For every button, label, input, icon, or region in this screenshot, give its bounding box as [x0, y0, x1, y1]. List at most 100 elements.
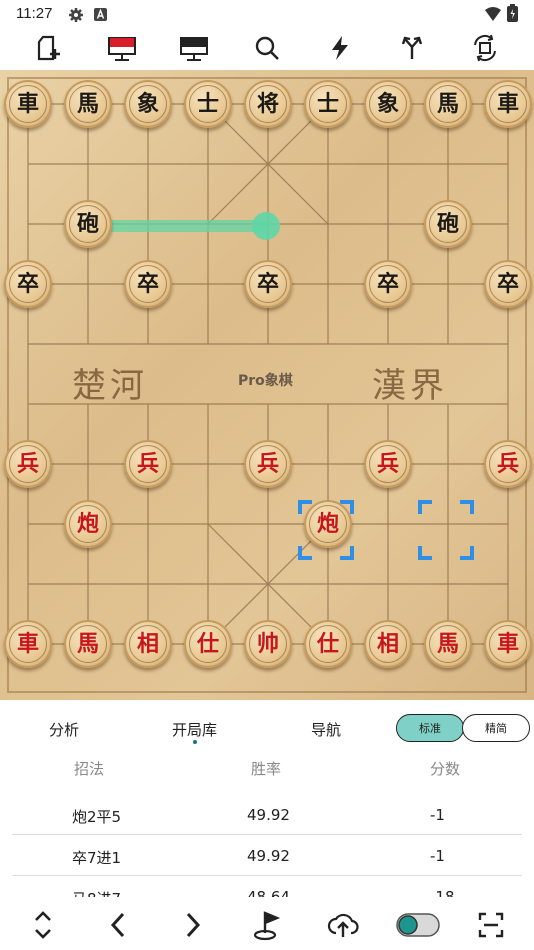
black-soldier-4[interactable]: 卒: [364, 260, 412, 308]
row-score: -1: [430, 806, 445, 824]
piece-label: 馬: [436, 631, 459, 657]
move-target-marker[interactable]: [418, 500, 474, 560]
piece-label: 象: [136, 91, 159, 117]
flag-icon: [253, 911, 281, 941]
black-horse-right[interactable]: 馬: [424, 80, 472, 128]
piece-label: 卒: [16, 271, 39, 297]
last-move-target-dot: [252, 212, 280, 240]
concise-mode-button[interactable]: 精简: [462, 714, 530, 742]
status-time: 11:27: [16, 5, 53, 22]
black-chariot-right[interactable]: 車: [484, 80, 532, 128]
black-soldier-5[interactable]: 卒: [484, 260, 532, 308]
rotate-board-icon: [474, 34, 496, 62]
row-score: -1: [430, 847, 445, 865]
red-advisor-left[interactable]: 仕: [184, 620, 232, 668]
piece-label: 車: [16, 631, 39, 657]
piece-label: 砲: [436, 211, 459, 237]
tab-navigation[interactable]: 导航: [311, 719, 341, 740]
quick-analysis-button[interactable]: [318, 28, 362, 68]
flip-board-button[interactable]: [463, 28, 507, 68]
black-advisor-right[interactable]: 士: [304, 80, 352, 128]
black-advisor-left[interactable]: 士: [184, 80, 232, 128]
piece-label: 仕: [196, 631, 219, 657]
piece-label: 帅: [256, 631, 279, 657]
piece-label: 士: [316, 91, 339, 117]
black-horse-left[interactable]: 馬: [64, 80, 112, 128]
table-row[interactable]: 炮2平5 49.92 -1: [12, 794, 522, 835]
tab-analysis[interactable]: 分析: [49, 719, 79, 740]
black-soldier-2[interactable]: 卒: [124, 260, 172, 308]
piece-label: 炮: [316, 511, 339, 537]
xiangqi-board[interactable]: 楚河 漢界 Pro象棋 車 馬 象 士 将 士 象 馬 車 砲 砲 卒 卒 卒 …: [0, 70, 534, 700]
settings-icon: [69, 8, 83, 22]
piece-label: 卒: [136, 271, 159, 297]
flag-button[interactable]: [248, 907, 288, 943]
piece-label: 車: [496, 631, 519, 657]
red-monitor-icon: [108, 37, 136, 61]
black-soldier-1[interactable]: 卒: [4, 260, 52, 308]
piece-label: 兵: [376, 451, 399, 477]
previous-move-button[interactable]: [98, 907, 138, 943]
last-move-line: [88, 220, 270, 232]
black-elephant-left[interactable]: 象: [124, 80, 172, 128]
piece-label: 卒: [376, 271, 399, 297]
red-soldier-4[interactable]: 兵: [364, 440, 412, 488]
piece-label: 兵: [256, 451, 279, 477]
next-move-button[interactable]: [173, 907, 213, 943]
column-header-win-rate: 胜率: [251, 760, 282, 778]
red-horse-left[interactable]: 馬: [64, 620, 112, 668]
panel-tabs: 分析 开局库 导航 标准 精简: [0, 705, 534, 749]
red-side-button[interactable]: [100, 28, 144, 68]
red-horse-right[interactable]: 馬: [424, 620, 472, 668]
piece-label: 象: [376, 91, 399, 117]
piece-label: 兵: [496, 451, 519, 477]
lightning-icon: [332, 36, 348, 60]
search-button[interactable]: [245, 28, 289, 68]
red-soldier-5[interactable]: 兵: [484, 440, 532, 488]
red-chariot-left[interactable]: 車: [4, 620, 52, 668]
cloud-upload-button[interactable]: [323, 907, 363, 943]
expand-collapse-icon: [35, 911, 51, 939]
black-soldier-3[interactable]: 卒: [244, 260, 292, 308]
toggle-switch-icon: [396, 913, 440, 937]
variation-button[interactable]: [390, 28, 434, 68]
piece-label: 相: [376, 631, 399, 657]
scan-button[interactable]: [471, 907, 511, 943]
red-elephant-left[interactable]: 相: [124, 620, 172, 668]
engine-toggle[interactable]: [395, 907, 441, 943]
red-soldier-3[interactable]: 兵: [244, 440, 292, 488]
black-monitor-icon: [180, 37, 208, 61]
piece-label: 炮: [76, 511, 99, 537]
black-chariot-left[interactable]: 車: [4, 80, 52, 128]
chevron-right-icon: [186, 912, 201, 938]
expand-panel-button[interactable]: [23, 907, 63, 943]
piece-label: 兵: [16, 451, 39, 477]
red-soldier-2[interactable]: 兵: [124, 440, 172, 488]
piece-label: 卒: [256, 271, 279, 297]
new-file-icon: [37, 35, 60, 61]
row-move: 炮2平5: [72, 808, 122, 826]
black-cannon-left[interactable]: 砲: [64, 200, 112, 248]
toolbar: [0, 28, 534, 70]
standard-mode-button[interactable]: 标准: [396, 714, 464, 742]
piece-label: 車: [496, 91, 519, 117]
board-watermark: Pro象棋: [238, 373, 293, 389]
piece-label: 卒: [496, 271, 519, 297]
red-cannon-selected[interactable]: 炮: [304, 500, 352, 548]
red-soldier-1[interactable]: 兵: [4, 440, 52, 488]
red-general[interactable]: 帅: [244, 620, 292, 668]
piece-label: 将: [256, 91, 279, 117]
new-game-button[interactable]: [26, 28, 70, 68]
black-elephant-right[interactable]: 象: [364, 80, 412, 128]
piece-label: 砲: [76, 211, 99, 237]
black-cannon-right[interactable]: 砲: [424, 200, 472, 248]
black-side-button[interactable]: [172, 28, 216, 68]
red-chariot-right[interactable]: 車: [484, 620, 532, 668]
row-win-rate: 49.92: [247, 806, 290, 824]
red-elephant-right[interactable]: 相: [364, 620, 412, 668]
red-cannon-left[interactable]: 炮: [64, 500, 112, 548]
table-row[interactable]: 卒7进1 49.92 -1: [12, 835, 522, 876]
tab-opening-book[interactable]: 开局库: [172, 719, 217, 740]
red-advisor-right[interactable]: 仕: [304, 620, 352, 668]
black-general[interactable]: 将: [244, 80, 292, 128]
